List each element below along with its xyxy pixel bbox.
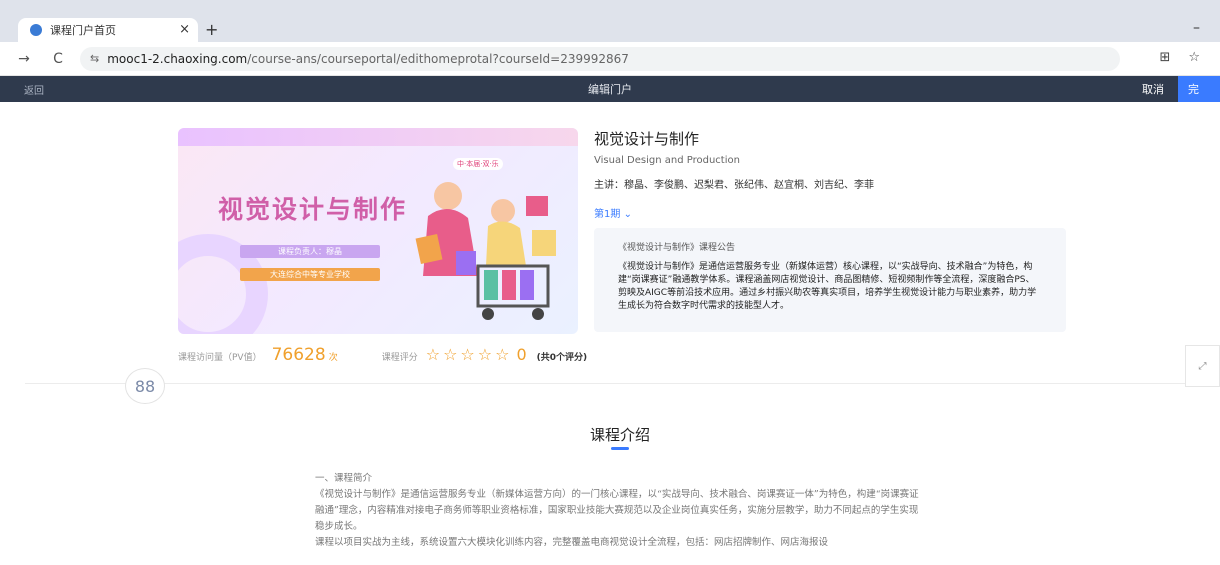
- course-intro-text: 一、课程简介 《视觉设计与制作》是通信运营服务专业（新媒体运营方向）的一门核心课…: [315, 471, 925, 551]
- term-label: 第1期: [594, 209, 621, 220]
- side-expand-button[interactable]: ⤢: [1185, 345, 1220, 387]
- site-info-icon[interactable]: ⇆: [90, 52, 99, 65]
- intro-heading: 一、课程简介: [315, 473, 373, 484]
- course-teachers: 主讲：穆晶、李俊鹏、迟梨君、张纪伟、赵宜桐、刘吉纪、李菲: [594, 180, 874, 191]
- rating-count: (共0个评分): [536, 353, 588, 363]
- new-tab-button[interactable]: +: [205, 20, 218, 39]
- banner-school-tag: 大连综合中等专业学校: [240, 268, 380, 281]
- cancel-button[interactable]: 取消: [1142, 81, 1164, 97]
- address-bar-actions: ⊞ ☆: [1159, 50, 1200, 65]
- banner-course-title: 视觉设计与制作: [218, 195, 408, 224]
- rating-score: 0: [516, 345, 527, 364]
- minimize-icon[interactable]: –: [1193, 20, 1200, 36]
- url-domain: mooc1-2.chaoxing.com: [107, 51, 248, 66]
- translate-icon[interactable]: ⊞: [1159, 50, 1170, 65]
- tab-close-icon[interactable]: ×: [179, 22, 190, 37]
- section-title: 课程介绍: [589, 426, 650, 444]
- browser-tab-bar: 课程门户首页 × + –: [0, 0, 1220, 42]
- site-favicon-icon: [30, 24, 42, 36]
- rating-stars-icon[interactable]: ☆☆☆☆☆: [426, 345, 513, 364]
- bookmark-star-icon[interactable]: ☆: [1188, 50, 1200, 65]
- section-divider: [25, 383, 1195, 384]
- banner-teacher-tag: 课程负责人：穆晶: [240, 245, 380, 258]
- forward-icon[interactable]: →: [14, 51, 34, 67]
- banner-top-stripe: [178, 128, 578, 146]
- app-grid-button[interactable]: 88: [125, 368, 165, 404]
- notice-title: 《视觉设计与制作》课程公告: [618, 243, 736, 253]
- page-title: 编辑门户: [588, 83, 632, 96]
- shopping-illustration-icon: [415, 182, 556, 320]
- confirm-button[interactable]: 完: [1178, 76, 1220, 102]
- intro-paragraph-1: 《视觉设计与制作》是通信运营服务专业（新媒体运营方向）的一门核心课程，以“实战导…: [315, 489, 919, 532]
- course-english-title: Visual Design and Production: [594, 155, 740, 166]
- course-info: 视觉设计与制作 Visual Design and Production 主讲：…: [594, 128, 1074, 220]
- term-dropdown[interactable]: 第1期 ⌄: [594, 205, 1074, 220]
- course-notice: 《视觉设计与制作》课程公告 《视觉设计与制作》是通信运营服务专业（新媒体运营）核…: [594, 228, 1066, 332]
- pv-value: 76628: [271, 345, 326, 365]
- chevron-down-icon: ⌄: [623, 209, 632, 220]
- expand-icon: ⤢: [1198, 360, 1207, 372]
- app-grid-icon: 88: [134, 376, 156, 396]
- browser-tab[interactable]: 课程门户首页 ×: [18, 18, 198, 42]
- reload-icon[interactable]: C: [48, 51, 68, 67]
- tab-title: 课程门户首页: [50, 24, 116, 37]
- edit-portal-header: 返回 编辑门户 取消 完: [0, 76, 1220, 102]
- url-field[interactable]: ⇆ mooc1-2.chaoxing.com /course-ans/cours…: [80, 46, 1120, 71]
- url-path: /course-ans/courseportal/edithomeprotal?…: [247, 51, 629, 66]
- intro-paragraph-2: 课程以项目实战为主线，系统设置六大模块化训练内容，完整覆盖电商视觉设计全流程，包…: [315, 537, 829, 548]
- course-stats: 课程访问量（PV值） 76628 次 课程评分 ☆☆☆☆☆ 0 (共0个评分): [178, 345, 587, 365]
- course-cover-image[interactable]: 视觉设计与制作 课程负责人：穆晶 大连综合中等专业学校 中·本届·双·乐: [178, 128, 578, 334]
- rating-label: 课程评分: [381, 353, 418, 363]
- pv-label: 课程访问量（PV值）: [178, 353, 262, 363]
- course-title: 视觉设计与制作: [594, 130, 700, 148]
- address-bar: → C ⇆ mooc1-2.chaoxing.com /course-ans/c…: [0, 42, 1220, 76]
- section-title-underline: [611, 447, 629, 450]
- notice-body: 《视觉设计与制作》是通信运营服务专业（新媒体运营）核心课程，以“实战导向、技术融…: [618, 262, 1037, 311]
- pv-unit: 次: [328, 353, 338, 363]
